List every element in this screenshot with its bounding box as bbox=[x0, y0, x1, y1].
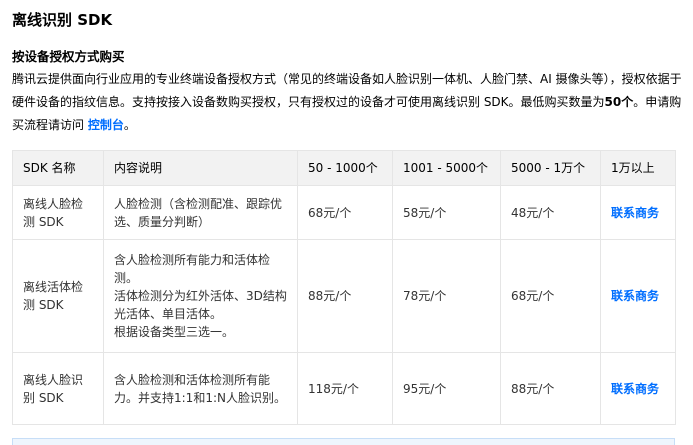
cell-price-tier-2: 95元/个 bbox=[392, 352, 501, 425]
header-tier-2: 1001 - 5000个 bbox=[392, 150, 501, 186]
cell-description: 含人脸检测所有能力和活体检测。 活体检测分为红外活体、3D结构光活体、单目活体。… bbox=[103, 239, 298, 353]
header-sdk-name: SDK 名称 bbox=[12, 150, 104, 186]
sub-title: 按设备授权方式购买 bbox=[12, 49, 125, 64]
intro-min-count: 50个 bbox=[604, 95, 634, 109]
desc-line: 人脸检测（含检测配准、跟踪优选、质量分判断） bbox=[114, 196, 283, 229]
table-row: 离线活体检测 SDK 含人脸检测所有能力和活体检测。 活体检测分为红外活体、3D… bbox=[12, 239, 676, 353]
intro-text-after: 。 bbox=[123, 118, 136, 132]
header-tier-1: 50 - 1000个 bbox=[297, 150, 393, 186]
header-tier-4: 1万以上 bbox=[600, 150, 676, 186]
header-description: 内容说明 bbox=[103, 150, 298, 186]
cell-description: 人脸检测（含检测配准、跟踪优选、质量分判断） bbox=[103, 185, 298, 240]
header-tier-3: 5000 - 1万个 bbox=[500, 150, 601, 186]
pricing-table: SDK 名称 内容说明 50 - 1000个 1001 - 5000个 5000… bbox=[12, 150, 676, 425]
table-header-row: SDK 名称 内容说明 50 - 1000个 1001 - 5000个 5000… bbox=[12, 150, 676, 186]
contact-sales-link[interactable]: 联系商务 bbox=[600, 352, 676, 425]
cell-description: 含人脸检测和活体检测所有能力。并支持1:1和1:N人脸识别。 bbox=[103, 352, 298, 425]
info-notice-box bbox=[12, 438, 675, 445]
console-link[interactable]: 控制台 bbox=[88, 118, 124, 132]
cell-price-tier-2: 58元/个 bbox=[392, 185, 501, 240]
cell-price-tier-2: 78元/个 bbox=[392, 239, 501, 353]
cell-sdk-name: 离线活体检测 SDK bbox=[12, 239, 104, 353]
cell-sdk-name: 离线人脸识别 SDK bbox=[12, 352, 104, 425]
section-title: 离线识别 SDK bbox=[12, 11, 113, 29]
cell-price-tier-1: 88元/个 bbox=[297, 239, 393, 353]
table-row: 离线人脸识别 SDK 含人脸检测和活体检测所有能力。并支持1:1和1:N人脸识别… bbox=[12, 352, 676, 425]
desc-line: 根据设备类型三选一。 bbox=[114, 325, 235, 339]
intro-text-before: 腾讯云提供面向行业应用的专业终端设备授权方式（常见的终端设备如人脸识别一体机、人… bbox=[12, 72, 682, 109]
cell-price-tier-3: 88元/个 bbox=[500, 352, 601, 425]
cell-price-tier-3: 68元/个 bbox=[500, 239, 601, 353]
contact-sales-link[interactable]: 联系商务 bbox=[600, 239, 676, 353]
table-row: 离线人脸检测 SDK 人脸检测（含检测配准、跟踪优选、质量分判断） 68元/个 … bbox=[12, 185, 676, 240]
desc-line: 含人脸检测和活体检测所有能力。并支持1:1和1:N人脸识别。 bbox=[114, 372, 286, 405]
contact-sales-link[interactable]: 联系商务 bbox=[600, 185, 676, 240]
intro-paragraph: 腾讯云提供面向行业应用的专业终端设备授权方式（常见的终端设备如人脸识别一体机、人… bbox=[12, 68, 682, 137]
cell-price-tier-3: 48元/个 bbox=[500, 185, 601, 240]
cell-price-tier-1: 118元/个 bbox=[297, 352, 393, 425]
desc-line: 含人脸检测所有能力和活体检测。 bbox=[114, 253, 271, 285]
desc-line: 活体检测分为红外活体、3D结构光活体、单目活体。 bbox=[114, 289, 287, 321]
cell-sdk-name: 离线人脸检测 SDK bbox=[12, 185, 104, 240]
cell-price-tier-1: 68元/个 bbox=[297, 185, 393, 240]
